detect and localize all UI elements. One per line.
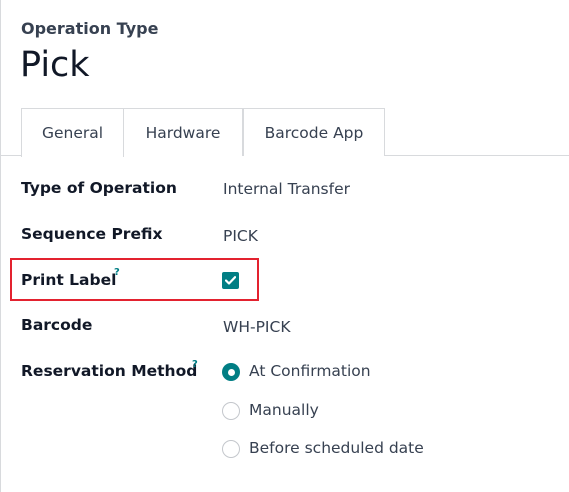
reservation-method-label: Reservation Method [21,362,198,380]
record-title: Pick [20,45,90,85]
sheet-left-border [0,0,1,492]
radio-label-manually[interactable]: Manually [249,401,319,419]
sequence-prefix-label: Sequence Prefix [21,225,163,243]
barcode-value[interactable]: WH-PICK [223,318,290,336]
radio-before-scheduled-date[interactable] [222,440,240,458]
form-sheet: Operation Type Pick General Hardware Bar… [0,0,569,492]
tab-barcode-app[interactable]: Barcode App [243,108,385,156]
tab-hardware[interactable]: Hardware [124,108,243,156]
reservation-method-help-icon[interactable]: ? [192,359,198,370]
radio-at-confirmation[interactable] [222,363,240,381]
barcode-label: Barcode [21,316,93,334]
record-subtitle: Operation Type [21,19,159,38]
type-of-operation-value[interactable]: Internal Transfer [223,180,350,198]
print-label-label: Print Label [21,271,117,289]
radio-manually[interactable] [222,402,240,420]
print-label-checkbox[interactable] [222,272,239,289]
sequence-prefix-value[interactable]: PICK [223,227,258,245]
tab-general[interactable]: General [21,108,124,157]
radio-label-at-confirmation[interactable]: At Confirmation [249,362,371,380]
radio-label-before-scheduled-date[interactable]: Before scheduled date [249,439,424,457]
print-label-help-icon[interactable]: ? [114,267,120,278]
check-icon [225,276,236,285]
type-of-operation-label: Type of Operation [21,179,177,197]
